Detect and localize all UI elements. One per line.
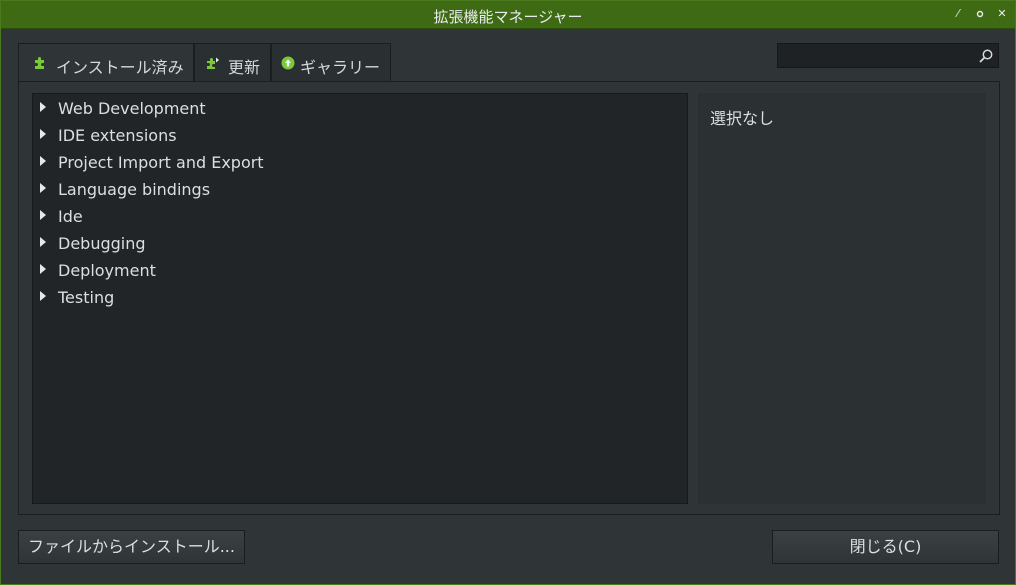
no-selection-text: 選択なし — [710, 109, 775, 128]
extension-manager-window: 拡張機能マネージャー ⁄ ✕ インストール済み 更新 ギャラリー Web Dev… — [0, 0, 1016, 585]
expand-arrow-icon[interactable] — [40, 210, 46, 220]
minimize-icon[interactable]: ⁄ — [951, 7, 965, 21]
close-button[interactable]: 閉じる(C) — [772, 530, 999, 564]
install-from-file-button[interactable]: ファイルからインストール... — [18, 530, 245, 564]
tree-item-label: Testing — [58, 288, 115, 307]
tab-installed-label: インストール済み — [56, 58, 184, 77]
extension-category-tree[interactable]: Web Development IDE extensions Project I… — [32, 93, 688, 504]
tree-item-label: Project Import and Export — [58, 153, 264, 172]
tree-item-web-development[interactable]: Web Development — [33, 95, 687, 122]
tab-installed[interactable]: インストール済み — [18, 43, 194, 83]
expand-arrow-icon[interactable] — [40, 156, 46, 166]
tree-item-ide-extensions[interactable]: IDE extensions — [33, 122, 687, 149]
tree-item-label: Web Development — [58, 99, 206, 118]
expand-arrow-icon[interactable] — [40, 237, 46, 247]
tree-item-deployment[interactable]: Deployment — [33, 257, 687, 284]
installed-panel: Web Development IDE extensions Project I… — [18, 81, 1000, 515]
expand-arrow-icon[interactable] — [40, 264, 46, 274]
tab-updates[interactable]: 更新 — [194, 43, 271, 82]
puzzle-icon — [35, 57, 44, 69]
gallery-up-arrow-icon — [281, 56, 295, 70]
update-puzzle-icon — [207, 57, 219, 69]
tree-item-label: Language bindings — [58, 180, 211, 199]
expand-arrow-icon[interactable] — [40, 129, 46, 139]
search-input[interactable] — [777, 43, 999, 68]
expand-arrow-icon[interactable] — [40, 183, 46, 193]
tab-gallery-label: ギャラリー — [300, 58, 381, 77]
titlebar[interactable]: 拡張機能マネージャー ⁄ ✕ — [1, 1, 1015, 29]
tree-item-debugging[interactable]: Debugging — [33, 230, 687, 257]
details-pane: 選択なし — [698, 93, 986, 504]
tree-item-label: Deployment — [58, 261, 156, 280]
maximize-icon[interactable] — [973, 7, 987, 21]
close-icon[interactable]: ✕ — [995, 7, 1009, 21]
tree-item-label: IDE extensions — [58, 126, 177, 145]
tree-item-testing[interactable]: Testing — [33, 284, 687, 311]
tree-item-label: Debugging — [58, 234, 146, 253]
tab-gallery[interactable]: ギャラリー — [271, 43, 391, 82]
tree-item-project-import-export[interactable]: Project Import and Export — [33, 149, 687, 176]
tree-item-label: Ide — [58, 207, 83, 226]
window-title: 拡張機能マネージャー — [433, 8, 583, 26]
tree-item-language-bindings[interactable]: Language bindings — [33, 176, 687, 203]
search-icon[interactable] — [978, 48, 994, 64]
expand-arrow-icon[interactable] — [40, 291, 46, 301]
expand-arrow-icon[interactable] — [40, 102, 46, 112]
tab-updates-label: 更新 — [228, 58, 261, 77]
tree-item-ide[interactable]: Ide — [33, 203, 687, 230]
